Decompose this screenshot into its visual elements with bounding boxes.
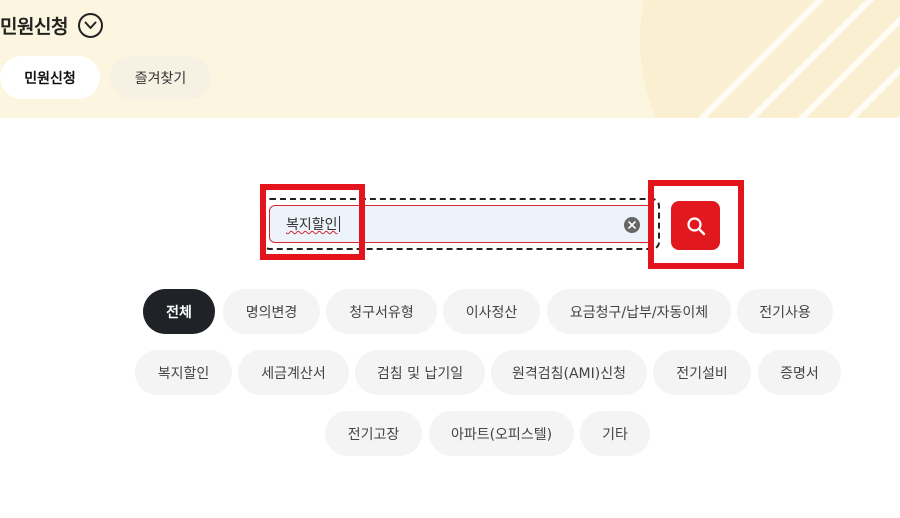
category-chip[interactable]: 요금청구/납부/자동이체 [547,289,731,334]
tab-civil-request[interactable]: 민원신청 [0,56,100,99]
category-chip[interactable]: 전기설비 [653,350,751,395]
chevron-down-icon[interactable] [77,13,103,38]
category-chip[interactable]: 기타 [580,411,650,456]
decorative-arcs [640,0,900,118]
category-chip[interactable]: 명의변경 [223,289,320,334]
tab-favorites[interactable]: 즐겨찾기 [110,56,211,99]
search-button[interactable] [671,201,720,250]
category-chip[interactable]: 세금계산서 [238,350,349,395]
category-chip[interactable]: 복지할인 [135,350,232,395]
page-title: 민원신청 [0,16,68,38]
search-icon [686,216,705,235]
highlight-box-input [260,184,365,260]
page-header: 민원신청 민원신청 즐겨찾기 [0,0,900,118]
category-chip[interactable]: 전기고장 [325,411,422,456]
category-chip[interactable]: 검침 및 납기일 [355,350,485,395]
close-circle-icon[interactable] [624,217,640,233]
category-chip[interactable]: 원격검침(AMI)신청 [491,350,647,395]
category-chip[interactable]: 이사정산 [443,289,540,334]
category-chip-all[interactable]: 전체 [143,289,215,334]
header-tabs: 민원신청 즐겨찾기 [0,56,211,99]
category-chip[interactable]: 아파트(오피스텔) [429,411,574,456]
category-chip[interactable]: 증명서 [758,350,841,395]
category-chip[interactable]: 청구서유형 [326,289,437,334]
category-chip[interactable]: 전기사용 [737,289,833,334]
